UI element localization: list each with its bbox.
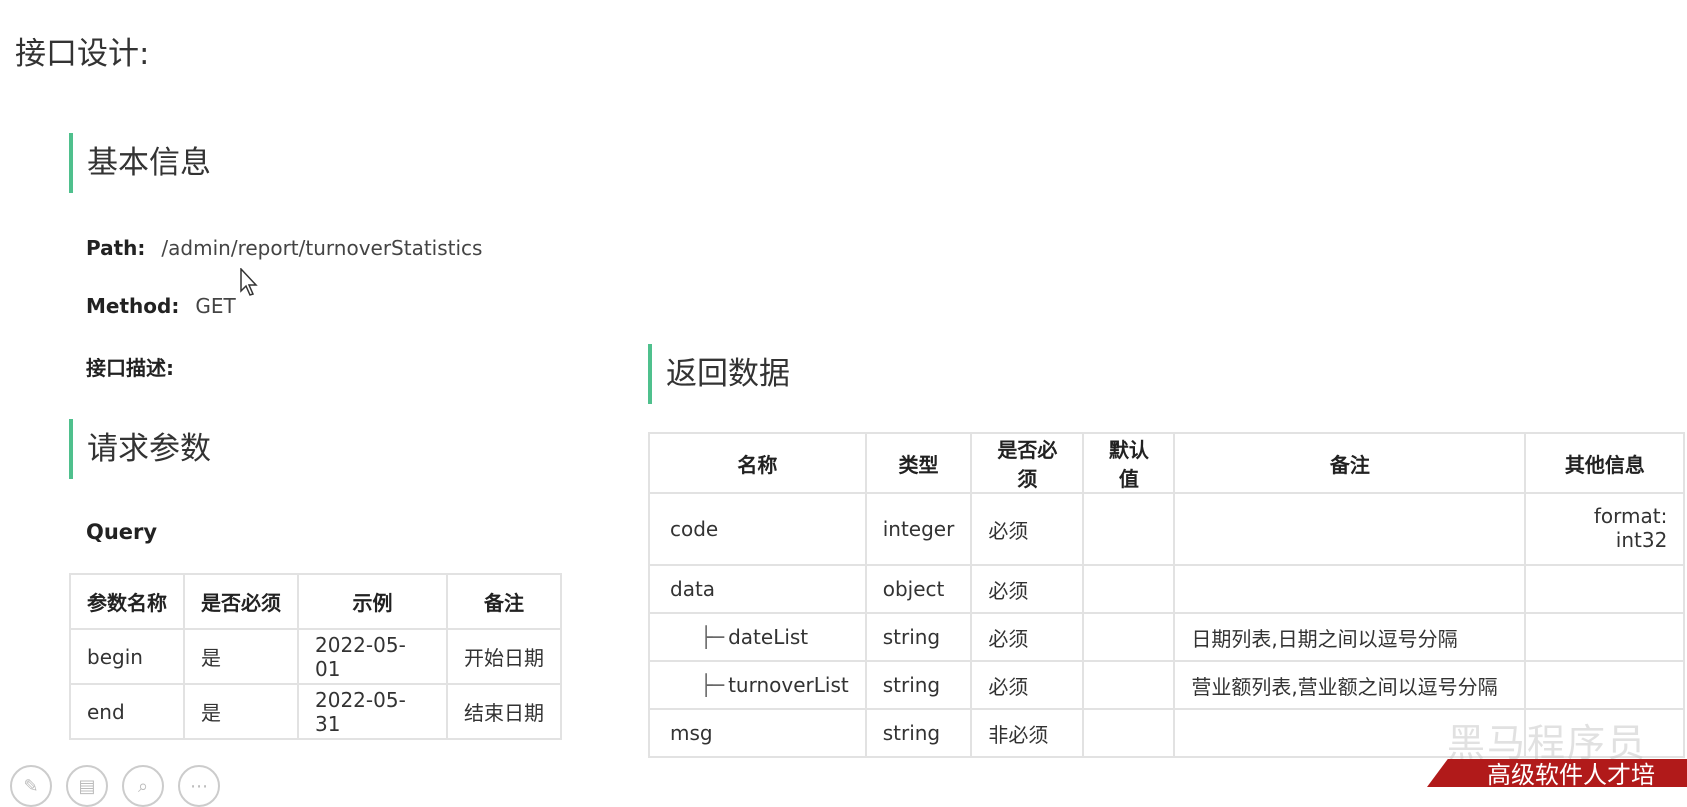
- query-label: Query: [86, 520, 158, 544]
- description-field: 接口描述:: [86, 352, 174, 381]
- method-field: Method: GET: [86, 294, 236, 318]
- column-header: 其他信息: [1524, 432, 1686, 494]
- table-row: end 是 2022-05-31 结束日期: [69, 683, 562, 740]
- table-cell-name: ├─ dateList: [648, 612, 867, 662]
- field-name: turnoverList: [728, 673, 849, 697]
- promo-banner: 高级软件人才培: [1427, 759, 1687, 787]
- table-header-row: 参数名称 是否必须 示例 备注: [69, 573, 562, 630]
- table-cell-required: 必须: [970, 492, 1085, 566]
- method-value: GET: [195, 294, 236, 318]
- table-row: code integer 必须 format: int32: [648, 492, 1686, 566]
- watermark-logo: 黑马程序员: [1446, 721, 1647, 765]
- table-cell-required: 必须: [970, 660, 1085, 710]
- path-field: Path: /admin/report/turnoverStatistics: [86, 236, 482, 260]
- more-icon[interactable]: ⋯: [178, 765, 220, 807]
- table-cell-default: [1082, 660, 1176, 710]
- return-data-table: 名称 类型 是否必须 默认值 备注 其他信息 code integer 必须 f…: [648, 432, 1686, 758]
- table-cell-note: 营业额列表,营业额之间以逗号分隔: [1173, 660, 1527, 710]
- table-cell-required: 必须: [970, 612, 1085, 662]
- table-cell: begin: [69, 628, 185, 685]
- table-cell-required: 必须: [970, 564, 1085, 614]
- basic-info-heading: 基本信息: [69, 133, 211, 193]
- table-cell-default: [1082, 564, 1176, 614]
- field-name: dateList: [728, 625, 809, 649]
- table-cell-name: msg: [648, 708, 867, 758]
- zoom-icon[interactable]: ⌕: [122, 765, 164, 807]
- table-cell-name: data: [648, 564, 867, 614]
- table-cell-type: integer: [864, 492, 973, 566]
- table-cell: end: [69, 683, 185, 740]
- column-header: 示例: [297, 573, 448, 630]
- table-cell-type: string: [864, 612, 973, 662]
- table-cell-name: ├─ turnoverList: [648, 660, 867, 710]
- column-header: 参数名称: [69, 573, 185, 630]
- field-name: msg: [670, 721, 713, 745]
- table-cell-name: code: [648, 492, 867, 566]
- column-header: 名称: [648, 432, 867, 494]
- table-cell-default: [1082, 492, 1176, 566]
- table-cell: 是: [183, 683, 299, 740]
- column-header: 类型: [864, 432, 973, 494]
- table-cell-note: 日期列表,日期之间以逗号分隔: [1173, 612, 1527, 662]
- column-header: 是否必须: [970, 432, 1085, 494]
- request-params-table: 参数名称 是否必须 示例 备注 begin 是 2022-05-01 开始日期 …: [69, 573, 562, 740]
- table-row: ├─ turnoverList string 必须 营业额列表,营业额之间以逗号分…: [648, 660, 1686, 710]
- return-data-heading: 返回数据: [648, 344, 790, 404]
- presentation-toolbar: ✎ ▤ ⌕ ⋯: [10, 765, 220, 807]
- field-name: data: [670, 577, 716, 601]
- table-cell: 是: [183, 628, 299, 685]
- table-cell: 2022-05-31: [297, 683, 448, 740]
- table-row: ├─ dateList string 必须 日期列表,日期之间以逗号分隔: [648, 612, 1686, 662]
- table-cell: 2022-05-01: [297, 628, 448, 685]
- table-row: begin 是 2022-05-01 开始日期: [69, 628, 562, 685]
- table-cell-type: object: [864, 564, 973, 614]
- table-cell-other: [1524, 660, 1686, 710]
- description-label: 接口描述:: [86, 356, 174, 380]
- table-cell-other: format: int32: [1524, 492, 1686, 566]
- table-cell-type: string: [864, 708, 973, 758]
- table-cell-required: 非必须: [970, 708, 1085, 758]
- table-cell-default: [1082, 612, 1176, 662]
- table-cell-note: [1173, 492, 1527, 566]
- table-header-row: 名称 类型 是否必须 默认值 备注 其他信息: [648, 432, 1686, 494]
- path-value: /admin/report/turnoverStatistics: [161, 236, 483, 260]
- pencil-icon[interactable]: ✎: [10, 765, 52, 807]
- column-header: 是否必须: [183, 573, 299, 630]
- path-label: Path:: [86, 236, 146, 260]
- table-cell-note: [1173, 564, 1527, 614]
- request-params-heading: 请求参数: [69, 419, 211, 479]
- column-header: 备注: [446, 573, 562, 630]
- mouse-cursor-icon: [240, 268, 258, 296]
- page-title: 接口设计:: [15, 36, 150, 72]
- column-header: 备注: [1173, 432, 1527, 494]
- tree-branch: ├─: [700, 625, 725, 649]
- table-cell-other: [1524, 612, 1686, 662]
- tree-branch: ├─: [700, 673, 725, 697]
- table-cell-type: string: [864, 660, 973, 710]
- table-cell: 开始日期: [446, 628, 562, 685]
- method-label: Method:: [86, 294, 180, 318]
- column-header: 默认值: [1082, 432, 1176, 494]
- table-cell: 结束日期: [446, 683, 562, 740]
- field-name: code: [670, 517, 719, 541]
- table-cell-other: [1524, 564, 1686, 614]
- table-cell-default: [1082, 708, 1176, 758]
- table-row: data object 必须: [648, 564, 1686, 614]
- layout-icon[interactable]: ▤: [66, 765, 108, 807]
